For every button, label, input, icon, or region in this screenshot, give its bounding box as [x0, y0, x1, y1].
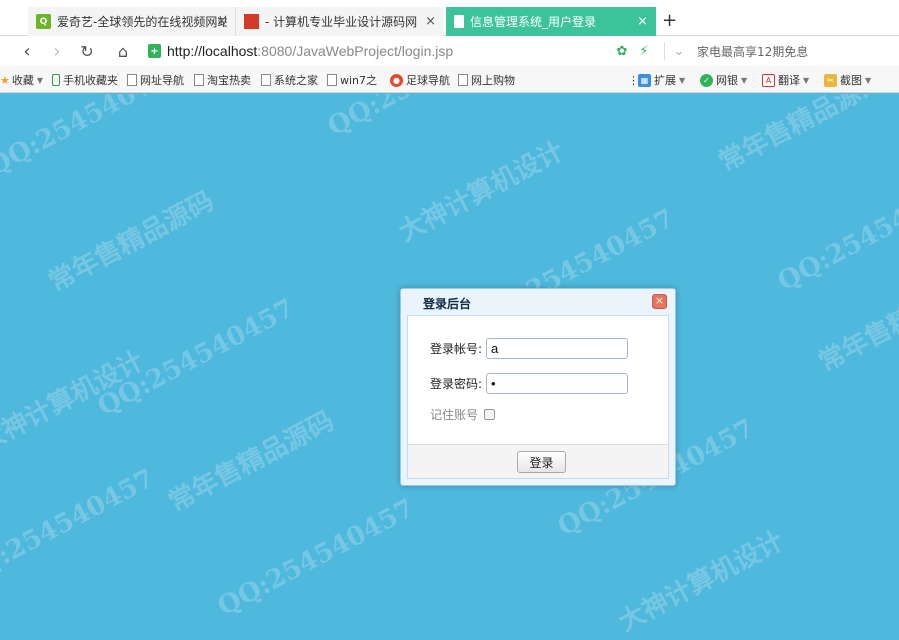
bookmark-favorites[interactable]: ★ 收藏 ▼: [0, 72, 43, 88]
remember-row: 记住账号: [408, 402, 668, 426]
watermark: 常年售精品源码: [714, 94, 889, 178]
translate-icon: A: [762, 73, 775, 87]
login-dialog: 登录后台 × 登录帐号: 登录密码: 记住账号 登录: [400, 288, 676, 486]
page-icon: [454, 15, 464, 28]
tab-title: - 计算机专业毕业设计源码网: [265, 15, 418, 29]
bookmark-nav[interactable]: 网址导航: [127, 72, 184, 88]
bookmark-football[interactable]: ● 足球导航: [390, 72, 450, 88]
lightning-icon[interactable]: ⚡: [636, 43, 652, 59]
login-button[interactable]: 登录: [517, 451, 566, 473]
reload-icon[interactable]: ↻: [76, 40, 98, 62]
toolbar-translate[interactable]: A 翻译 ▼: [762, 72, 809, 88]
watermark: 大神计算机设计: [0, 346, 149, 458]
tab-iqiyi[interactable]: Q 爱奇艺-全球领先的在线视频网站 ×: [28, 7, 236, 36]
toolbar-extensions[interactable]: ▦ 扩展 ▼: [638, 72, 685, 88]
bookmark-shopping[interactable]: 网上购物: [458, 72, 515, 88]
watermark: QQ:254540457: [0, 94, 190, 183]
dialog-footer: 登录: [408, 444, 668, 478]
remember-checkbox[interactable]: [484, 408, 495, 420]
doc-icon: [261, 74, 271, 86]
close-icon[interactable]: ×: [652, 294, 667, 309]
chevron-down-icon: ▼: [679, 75, 686, 85]
watermark: 常年售精品源码: [814, 266, 899, 378]
address-bar[interactable]: + http://localhost:8080/JavaWebProject/l…: [148, 40, 648, 62]
site-icon: [244, 14, 259, 29]
bank-icon: ✓: [700, 73, 713, 87]
home-icon[interactable]: ⌂: [112, 40, 134, 62]
watermark: QQ:254540457: [0, 463, 160, 593]
scissors-icon: ✂: [824, 73, 837, 87]
watermark: QQ:254540457: [212, 493, 420, 623]
bookmark-mobile[interactable]: 手机收藏夹: [52, 72, 118, 88]
tab-strip: Q 爱奇艺-全球领先的在线视频网站 × - 计算机专业毕业设计源码网 × 信息管…: [0, 0, 899, 36]
dialog-body: 登录帐号: 登录密码: 记住账号 登录: [407, 315, 669, 479]
chevron-down-icon: ▼: [741, 75, 748, 85]
grid-icon: ▦: [638, 73, 651, 87]
toolbar-bank[interactable]: ✓ 网银 ▼: [700, 72, 747, 88]
bookmark-xitong[interactable]: 系统之家: [261, 72, 318, 88]
forward-icon[interactable]: ›: [46, 40, 68, 62]
close-icon[interactable]: ×: [425, 14, 436, 29]
doc-icon: [127, 74, 137, 86]
watermark: 常年售精品源码: [164, 406, 339, 518]
watermark: QQ:254540457: [92, 293, 300, 423]
password-input[interactable]: [486, 372, 628, 394]
watermark: QQ:254540457: [772, 168, 899, 298]
back-icon[interactable]: ‹: [16, 40, 38, 62]
promo-text[interactable]: 家电最高享12期免息: [697, 43, 808, 60]
remember-label: 记住账号: [430, 407, 479, 422]
address-tools: ✿ ⚡ ⌄ 家电最高享12期免息: [614, 42, 808, 60]
star-icon: ★: [0, 73, 10, 87]
toolbar-screenshot[interactable]: ✂ 截图 ▼: [824, 72, 871, 88]
watermark: QQ:254540457: [323, 94, 529, 142]
tab-title: 爱奇艺-全球领先的在线视频网站: [57, 15, 227, 29]
chevron-down-icon: ▼: [36, 75, 44, 85]
chevron-down-icon: ▼: [803, 75, 810, 85]
tab-title: 信息管理系统_用户登录: [470, 15, 597, 29]
divider: [664, 42, 665, 60]
doc-icon: [327, 74, 337, 86]
tab-login-active[interactable]: 信息管理系统_用户登录 ×: [446, 7, 656, 36]
url-text: http://localhost:8080/JavaWebProject/log…: [167, 43, 454, 59]
doc-icon: [458, 74, 468, 86]
account-input[interactable]: [486, 337, 628, 359]
new-tab-button[interactable]: +: [662, 10, 677, 31]
chevron-down-icon: ▼: [865, 75, 872, 85]
phone-icon: [52, 74, 60, 86]
watermark: 大神计算机设计: [394, 136, 569, 248]
dropdown-icon[interactable]: ⌄: [671, 43, 687, 59]
navigation-bar: ‹ › ↻ ⌂ + http://localhost:8080/JavaWebP…: [0, 36, 899, 66]
watermark: 大神计算机设计: [614, 526, 789, 638]
speed-icon[interactable]: ✿: [614, 43, 630, 59]
tab-source-site[interactable]: - 计算机专业毕业设计源码网 ×: [236, 7, 444, 36]
bookmark-taobao[interactable]: 淘宝热卖: [194, 72, 251, 88]
ball-icon: ●: [390, 73, 403, 87]
account-row: 登录帐号:: [408, 336, 668, 360]
account-label: 登录帐号:: [430, 341, 483, 356]
close-icon[interactable]: ×: [637, 14, 648, 29]
doc-icon: [194, 74, 204, 86]
dialog-title: 登录后台: [423, 297, 472, 311]
password-row: 登录密码:: [408, 371, 668, 395]
password-label: 登录密码:: [430, 376, 483, 391]
security-shield-icon: +: [148, 44, 161, 58]
watermark: 常年售精品源码: [44, 186, 219, 298]
bookmarks-bar: ★ 收藏 ▼ 手机收藏夹 网址导航 淘宝热卖 系统之家 win7之 ● 足球导航 网上…: [0, 66, 899, 93]
bookmark-win7[interactable]: win7之: [327, 72, 377, 88]
iqiyi-icon: Q: [36, 14, 51, 29]
close-icon[interactable]: ×: [216, 14, 227, 29]
